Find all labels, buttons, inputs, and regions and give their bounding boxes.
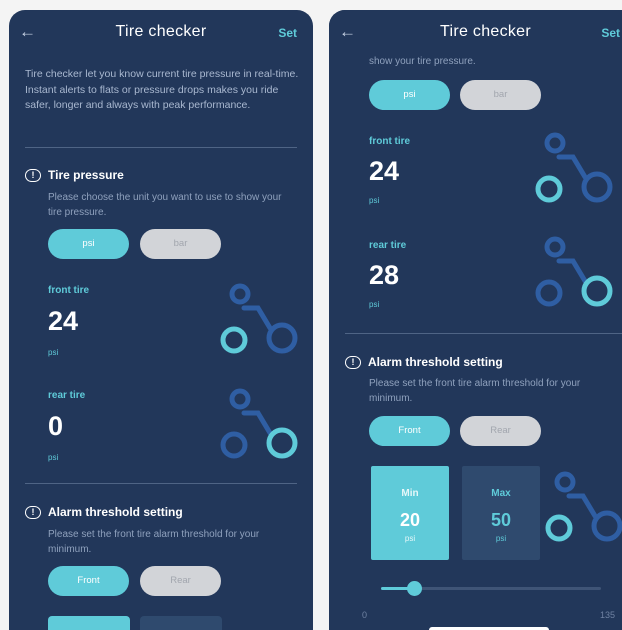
front-tire-unit: psi (369, 196, 380, 205)
alarm-threshold-heading: ! Alarm threshold setting (25, 505, 183, 519)
rear-tire-label: rear tire (48, 390, 86, 401)
set-button[interactable]: Set (278, 26, 297, 40)
header: ← Tire checker Set (9, 10, 313, 54)
bike-front-wheel-icon (545, 471, 622, 542)
max-value: 50 (490, 510, 512, 530)
rear-tire-unit: psi (369, 300, 380, 309)
min-threshold-box[interactable]: Min 20 psi (371, 466, 449, 560)
divider (345, 333, 622, 334)
front-tire-value: 24 (48, 306, 79, 336)
tire-pressure-title: Tire pressure (48, 168, 124, 182)
rear-tire-button[interactable]: Rear (460, 416, 541, 446)
rear-tire-label: rear tire (369, 240, 407, 251)
threshold-slider[interactable] (381, 581, 601, 596)
front-tire-value: 24 (369, 156, 400, 186)
slider-min-label: 0 (362, 610, 368, 620)
max-threshold-box[interactable] (140, 616, 222, 630)
rear-tire-value: 0 (48, 411, 64, 441)
front-tire-label: front tire (369, 136, 411, 147)
unit-bar-button[interactable]: bar (460, 80, 541, 110)
max-unit: psi (495, 534, 507, 543)
alert-icon: ! (25, 505, 41, 519)
slider-thumb[interactable] (407, 581, 422, 596)
tire-pressure-heading: ! Tire pressure (25, 168, 124, 182)
rear-tire-button[interactable]: Rear (140, 566, 221, 596)
tire-pressure-description: Please choose the unit you want to use t… (48, 192, 282, 218)
bike-rear-wheel-icon (535, 236, 613, 307)
front-tire-button[interactable]: Front (369, 416, 450, 446)
min-label: Min (401, 488, 419, 499)
max-threshold-box[interactable]: Max 50 psi (462, 466, 540, 560)
divider (25, 147, 297, 148)
max-label: Max (491, 488, 511, 499)
min-threshold-box[interactable] (48, 616, 130, 630)
bike-front-wheel-icon (535, 132, 613, 203)
unit-bar-button[interactable]: bar (140, 229, 221, 259)
page-title: Tire checker (439, 23, 532, 40)
rear-tire-unit: psi (48, 453, 59, 462)
alarm-threshold-title: Alarm threshold setting (48, 505, 183, 519)
alert-icon: ! (25, 168, 41, 182)
page-title: Tire checker (115, 23, 207, 40)
header: ← Tire checker Set (329, 10, 622, 54)
min-value: 20 (399, 510, 421, 530)
rear-tire-value: 28 (369, 260, 400, 290)
bike-rear-wheel-icon (220, 388, 298, 459)
tire-pressure-description: show your tire pressure. (369, 56, 476, 67)
intro-text: Tire checker let you know current tire p… (25, 68, 299, 111)
slider-max-label: 135 (600, 610, 616, 620)
front-tire-button[interactable]: Front (48, 566, 129, 596)
alarm-threshold-heading: ! Alarm threshold setting (345, 355, 503, 369)
unit-psi-button[interactable]: psi (48, 229, 129, 259)
front-tire-unit: psi (48, 348, 59, 357)
screen-tire-checker-2: ← Tire checker Set show your tire pressu… (329, 10, 622, 630)
min-unit: psi (404, 534, 416, 543)
alert-icon: ! (345, 355, 361, 369)
alarm-threshold-title: Alarm threshold setting (368, 355, 503, 369)
screen-tire-checker-1: ← Tire checker Set Tire checker let you … (9, 10, 313, 630)
unit-psi-button[interactable]: psi (369, 80, 450, 110)
alarm-threshold-description: Please set the front tire alarm threshol… (48, 529, 260, 555)
front-tire-label: front tire (48, 285, 90, 296)
bike-front-wheel-icon (220, 283, 298, 354)
alarm-threshold-description: Please set the front tire alarm threshol… (369, 378, 581, 404)
divider (25, 483, 297, 484)
set-button[interactable]: Set (601, 26, 620, 40)
